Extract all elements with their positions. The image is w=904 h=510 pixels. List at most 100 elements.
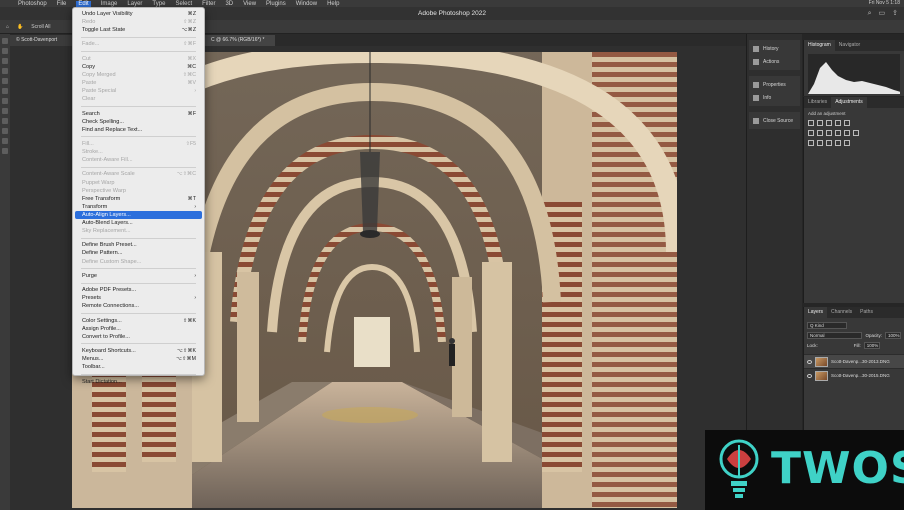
menu-item-transform[interactable]: Transform › xyxy=(73,203,204,211)
menu-item-adobe-pdf-presets[interactable]: Adobe PDF Presets... xyxy=(73,286,204,294)
stamp-tool-icon[interactable] xyxy=(2,98,8,104)
zoom-tool-icon[interactable] xyxy=(2,148,8,154)
menubar-clock[interactable]: Fri Nov 5 1:18 xyxy=(869,0,900,6)
channel-mixer-icon[interactable] xyxy=(844,130,850,136)
menu-item-auto-blend-layers[interactable]: Auto-Blend Layers... xyxy=(73,219,204,227)
tab-navigator[interactable]: Navigator xyxy=(835,40,864,51)
vibrance-icon[interactable] xyxy=(844,120,850,126)
visibility-eye-icon[interactable] xyxy=(807,373,812,378)
tab-paths[interactable]: Paths xyxy=(856,307,877,318)
menu-item-start-dictation[interactable]: Start Dictation... xyxy=(73,378,204,386)
menu-item-define-brush-preset[interactable]: Define Brush Preset... xyxy=(73,241,204,249)
tab-layers[interactable]: Layers xyxy=(804,307,828,318)
layer-row[interactable]: Scott-Davenp...30-2013.DNG xyxy=(804,354,904,368)
menu-item-convert-to-profile[interactable]: Convert to Profile... xyxy=(73,333,204,341)
menu-view[interactable]: View xyxy=(243,1,256,7)
menu-3d[interactable]: 3D xyxy=(225,1,233,7)
menu-item-find-and-replace-text[interactable]: Find and Replace Text... xyxy=(73,126,204,134)
selective-color-icon[interactable] xyxy=(844,140,850,146)
menu-file[interactable]: File xyxy=(57,1,67,7)
posterize-icon[interactable] xyxy=(817,140,823,146)
menu-item-color-settings[interactable]: Color Settings... ⇧⌘K xyxy=(73,317,204,325)
visibility-eye-icon[interactable] xyxy=(807,359,812,364)
document-tab[interactable]: © Scott-Davenport xyxy=(10,35,72,46)
menu-item-undo-layer-visibility[interactable]: Undo Layer Visibility ⌘Z xyxy=(73,10,204,18)
lasso-tool-icon[interactable] xyxy=(2,58,8,64)
menu-item-fade[interactable]: Fade... ⇧⌘F xyxy=(73,40,204,48)
tab-channels[interactable]: Channels xyxy=(827,307,856,318)
menu-item-define-pattern[interactable]: Define Pattern... xyxy=(73,249,204,257)
hue-saturation-icon[interactable] xyxy=(808,130,814,136)
curves-icon[interactable] xyxy=(826,120,832,126)
menu-layer[interactable]: Layer xyxy=(127,1,142,7)
menu-edit[interactable]: Edit xyxy=(76,0,91,7)
gradient-tool-icon[interactable] xyxy=(2,118,8,124)
fill-field[interactable]: 100% xyxy=(863,341,880,349)
menu-app[interactable]: Photoshop xyxy=(18,1,47,7)
menu-item-copy[interactable]: Copy ⌘C xyxy=(73,63,204,71)
menu-help[interactable]: Help xyxy=(327,1,339,7)
menu-item-keyboard-shortcuts[interactable]: Keyboard Shortcuts... ⌥⇧⌘K xyxy=(73,347,204,355)
menu-item-search[interactable]: Search ⌘F xyxy=(73,110,204,118)
search-icon[interactable]: ⌕ xyxy=(868,7,872,20)
menu-select[interactable]: Select xyxy=(175,1,192,7)
menu-item-content-aware-fill[interactable]: Content-Aware Fill... xyxy=(73,156,204,164)
hand-tool-icon[interactable]: ✋ xyxy=(17,24,23,30)
menu-item-assign-profile[interactable]: Assign Profile... xyxy=(73,325,204,333)
eraser-tool-icon[interactable] xyxy=(2,108,8,114)
menu-item-free-transform[interactable]: Free Transform ⌘T xyxy=(73,195,204,203)
exposure-icon[interactable] xyxy=(835,120,841,126)
menu-item-paste-special[interactable]: Paste Special › xyxy=(73,87,204,95)
tab-histogram[interactable]: Histogram xyxy=(804,40,835,51)
scroll-all-checkbox[interactable]: Scroll All xyxy=(31,24,50,30)
actions-panel-button[interactable]: Actions xyxy=(749,55,800,68)
layer-filter-kind[interactable]: Q Kind xyxy=(807,321,847,329)
eyedropper-tool-icon[interactable] xyxy=(2,78,8,84)
menu-window[interactable]: Window xyxy=(296,1,317,7)
menu-item-presets[interactable]: Presets › xyxy=(73,294,204,302)
gradient-map-icon[interactable] xyxy=(835,140,841,146)
workspace-icon[interactable]: ▭ xyxy=(879,7,886,20)
info-panel-button[interactable]: Info xyxy=(749,91,800,104)
marquee-tool-icon[interactable] xyxy=(2,48,8,54)
levels-icon[interactable] xyxy=(817,120,823,126)
properties-panel-button[interactable]: Properties xyxy=(749,78,800,91)
type-tool-icon[interactable] xyxy=(2,138,8,144)
menu-item-stroke[interactable]: Stroke... xyxy=(73,148,204,156)
invert-icon[interactable] xyxy=(808,140,814,146)
crop-tool-icon[interactable] xyxy=(2,68,8,74)
menu-item-sky-replacement[interactable]: Sky Replacement... xyxy=(73,227,204,235)
tab-libraries[interactable]: Libraries xyxy=(804,97,831,108)
menu-item-redo[interactable]: Redo ⇧⌘Z xyxy=(73,18,204,26)
color-balance-icon[interactable] xyxy=(817,130,823,136)
menu-item-remote-connections[interactable]: Remote Connections... xyxy=(73,302,204,310)
menu-item-check-spelling[interactable]: Check Spelling... xyxy=(73,118,204,126)
document-tab-active[interactable]: C @ 66.7% (RGB/16*) * xyxy=(205,35,275,46)
clone-source-panel-button[interactable]: Close Source xyxy=(749,114,800,127)
menu-image[interactable]: Image xyxy=(101,1,118,7)
menu-item-perspective-warp[interactable]: Perspective Warp xyxy=(73,187,204,195)
blend-mode-select[interactable]: Normal xyxy=(807,331,863,339)
menu-filter[interactable]: Filter xyxy=(202,1,215,7)
menu-item-toolbar[interactable]: Toolbar... xyxy=(73,363,204,371)
history-panel-button[interactable]: History xyxy=(749,42,800,55)
move-tool-icon[interactable] xyxy=(2,38,8,44)
opacity-field[interactable]: 100% xyxy=(885,331,901,339)
menu-item-content-aware-scale[interactable]: Content-Aware Scale ⌥⇧⌘C xyxy=(73,170,204,178)
color-lookup-icon[interactable] xyxy=(853,130,859,136)
menu-item-fill[interactable]: Fill... ⇧F5 xyxy=(73,140,204,148)
layer-row[interactable]: Scott-Davenp...30-2015.DNG xyxy=(804,368,904,382)
menu-item-copy-merged[interactable]: Copy Merged ⇧⌘C xyxy=(73,71,204,79)
menu-item-cut[interactable]: Cut ⌘X xyxy=(73,55,204,63)
menu-item-purge[interactable]: Purge › xyxy=(73,272,204,280)
menu-item-clear[interactable]: Clear xyxy=(73,95,204,103)
home-icon[interactable]: ⌂ xyxy=(6,24,9,30)
brush-tool-icon[interactable] xyxy=(2,88,8,94)
tab-adjustments[interactable]: Adjustments xyxy=(831,97,867,108)
threshold-icon[interactable] xyxy=(826,140,832,146)
menu-type[interactable]: Type xyxy=(152,1,165,7)
share-icon[interactable]: ⇪ xyxy=(892,7,898,20)
photo-filter-icon[interactable] xyxy=(835,130,841,136)
menu-item-puppet-warp[interactable]: Puppet Warp xyxy=(73,179,204,187)
brightness-icon[interactable] xyxy=(808,120,814,126)
